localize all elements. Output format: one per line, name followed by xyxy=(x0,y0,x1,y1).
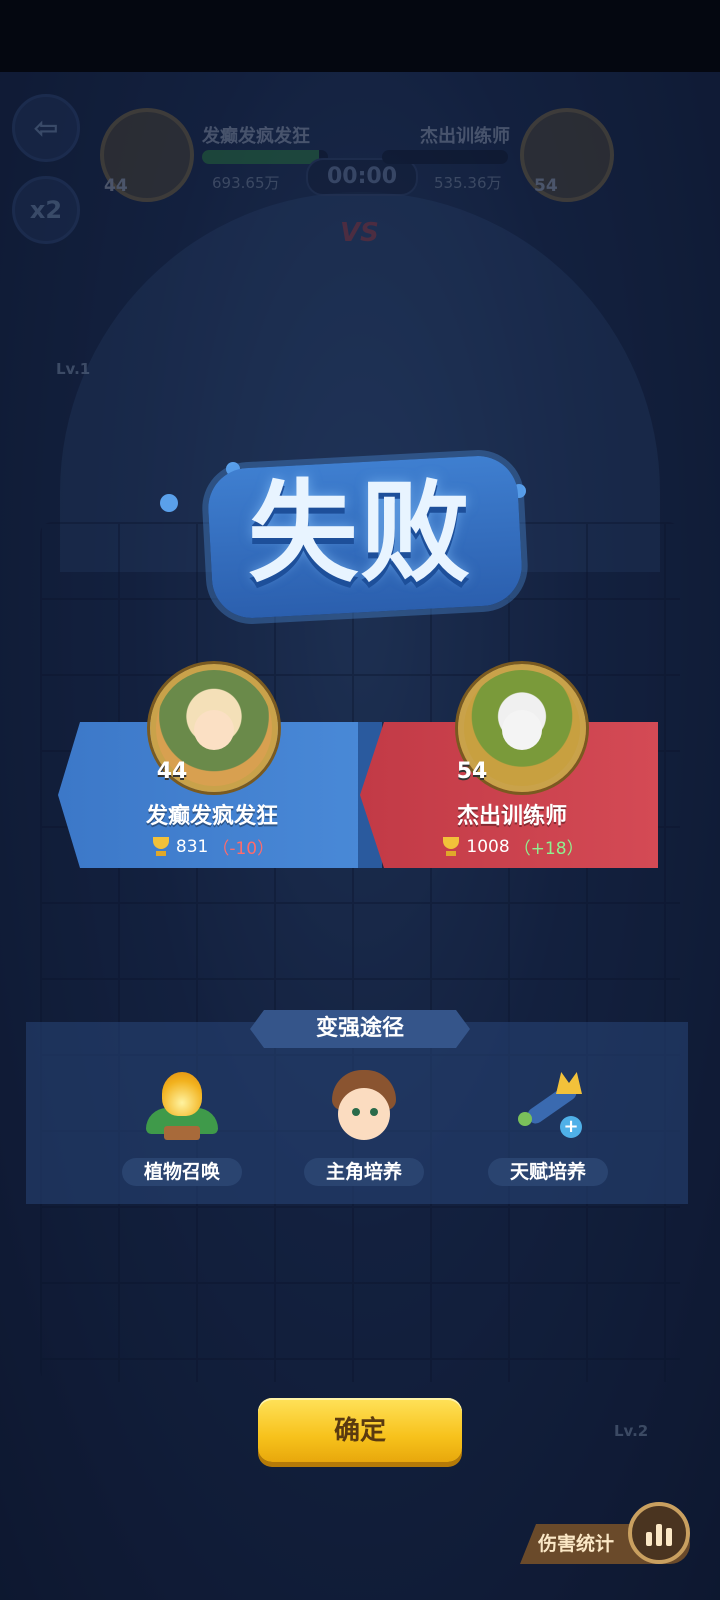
player-level-badge: 44 xyxy=(156,759,188,784)
talent-training-button[interactable]: + 天赋培养 xyxy=(488,1068,608,1198)
player-trophy-delta: （-10） xyxy=(212,839,275,859)
strengthen-header: 变强途径 xyxy=(250,1010,470,1048)
hero-training-label: 主角培养 xyxy=(304,1158,424,1186)
confirm-button[interactable]: 确定 xyxy=(258,1398,462,1462)
player-name: 发癫发疯发狂 xyxy=(145,804,278,829)
bar-chart-icon[interactable] xyxy=(628,1502,690,1564)
trophy-icon xyxy=(440,836,462,857)
game-screen: ⇦ x2 44 发癫发疯发狂 693.65万 00:00 VS 杰出训练师 53… xyxy=(0,0,720,1600)
talent-training-label: 天赋培养 xyxy=(488,1158,608,1186)
opponent-trophy-delta: （+18） xyxy=(513,839,584,859)
plant-summon-button[interactable]: 植物召唤 xyxy=(122,1068,242,1198)
hero-training-button[interactable]: 主角培养 xyxy=(304,1068,424,1198)
opponent-name: 杰出训练师 xyxy=(456,804,567,829)
player-trophies: 831 xyxy=(175,836,209,857)
opponent-trophies: 1008 xyxy=(466,836,510,857)
splash-drop xyxy=(160,494,178,512)
opponent-trophy-row: 1008 （+18） xyxy=(362,834,662,859)
player-trophy-row: 831 （-10） xyxy=(62,834,362,859)
opponent-level-badge: 54 xyxy=(456,759,488,784)
damage-stats-label: 伤害统计 xyxy=(538,1533,615,1555)
talent-training-icon: + xyxy=(510,1068,586,1144)
defeat-title: 失败 xyxy=(248,469,472,597)
trophy-icon xyxy=(150,836,172,857)
plant-summon-label: 植物召唤 xyxy=(122,1158,242,1186)
plant-summon-icon xyxy=(144,1068,220,1144)
hero-training-icon xyxy=(326,1068,402,1144)
